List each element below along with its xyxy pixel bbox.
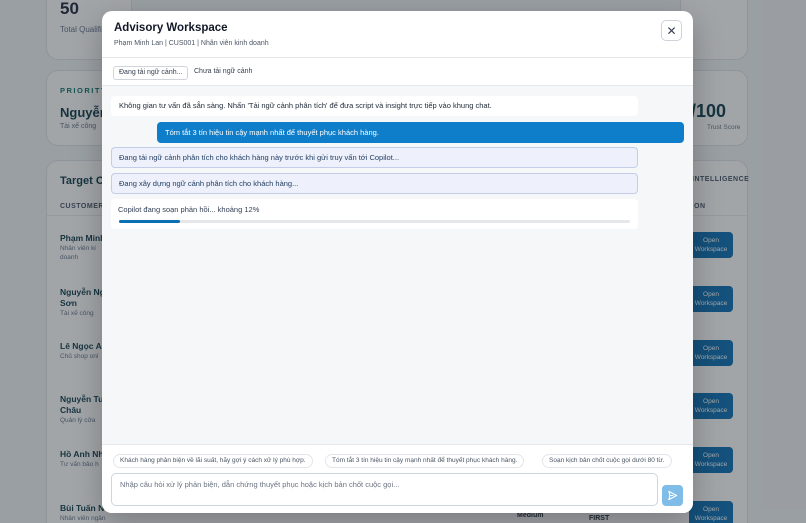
composer-area: Khách hàng phản biện về lãi suất, hãy gợ…: [102, 444, 693, 513]
send-button[interactable]: [662, 485, 683, 506]
copilot-progress-message: Copilot đang soạn phản hồi... khoảng 12%: [111, 199, 638, 229]
message-input[interactable]: [111, 473, 658, 506]
progress-text: Copilot đang soạn phản hồi... khoảng 12%: [118, 205, 260, 214]
progress-bar-fill: [119, 220, 181, 223]
status-message-loading: Đang tải ngữ cảnh phân tích cho khách hà…: [111, 147, 638, 168]
context-status-chip: Chưa tải ngữ cảnh: [194, 68, 253, 75]
chat-thread[interactable]: Không gian tư vấn đã sẵn sàng. Nhấn 'Tải…: [102, 86, 693, 444]
suggestion-chip[interactable]: Soạn kịch bản chốt cuộc gọi dưới 80 từ.: [542, 454, 672, 468]
system-message: Không gian tư vấn đã sẵn sàng. Nhấn 'Tải…: [111, 96, 638, 116]
context-status-bar: Đang tải ngữ cảnh... Chưa tải ngữ cảnh: [102, 58, 693, 86]
close-icon: ✕: [666, 23, 677, 38]
user-message: Tóm tắt 3 tín hiệu tin cậy mạnh nhất để …: [157, 122, 684, 143]
suggestion-chip[interactable]: Khách hàng phản biện về lãi suất, hãy gợ…: [113, 454, 313, 468]
context-loading-chip: Đang tải ngữ cảnh...: [113, 66, 189, 80]
suggestion-chip[interactable]: Tóm tắt 3 tín hiệu tin cậy mạnh nhất để …: [325, 454, 525, 468]
modal-title: Advisory Workspace: [114, 22, 228, 34]
modal-subtitle: Phạm Minh Lan | CUS001 | Nhân viên kinh …: [114, 40, 269, 47]
close-button[interactable]: ✕: [661, 20, 682, 41]
status-message-building: Đang xây dựng ngữ cảnh phân tích cho khá…: [111, 173, 638, 194]
send-icon: [668, 490, 678, 501]
advisory-workspace-modal: Advisory Workspace Phạm Minh Lan | CUS00…: [102, 11, 693, 513]
modal-header: Advisory Workspace Phạm Minh Lan | CUS00…: [102, 11, 693, 58]
progress-bar: [119, 220, 630, 223]
